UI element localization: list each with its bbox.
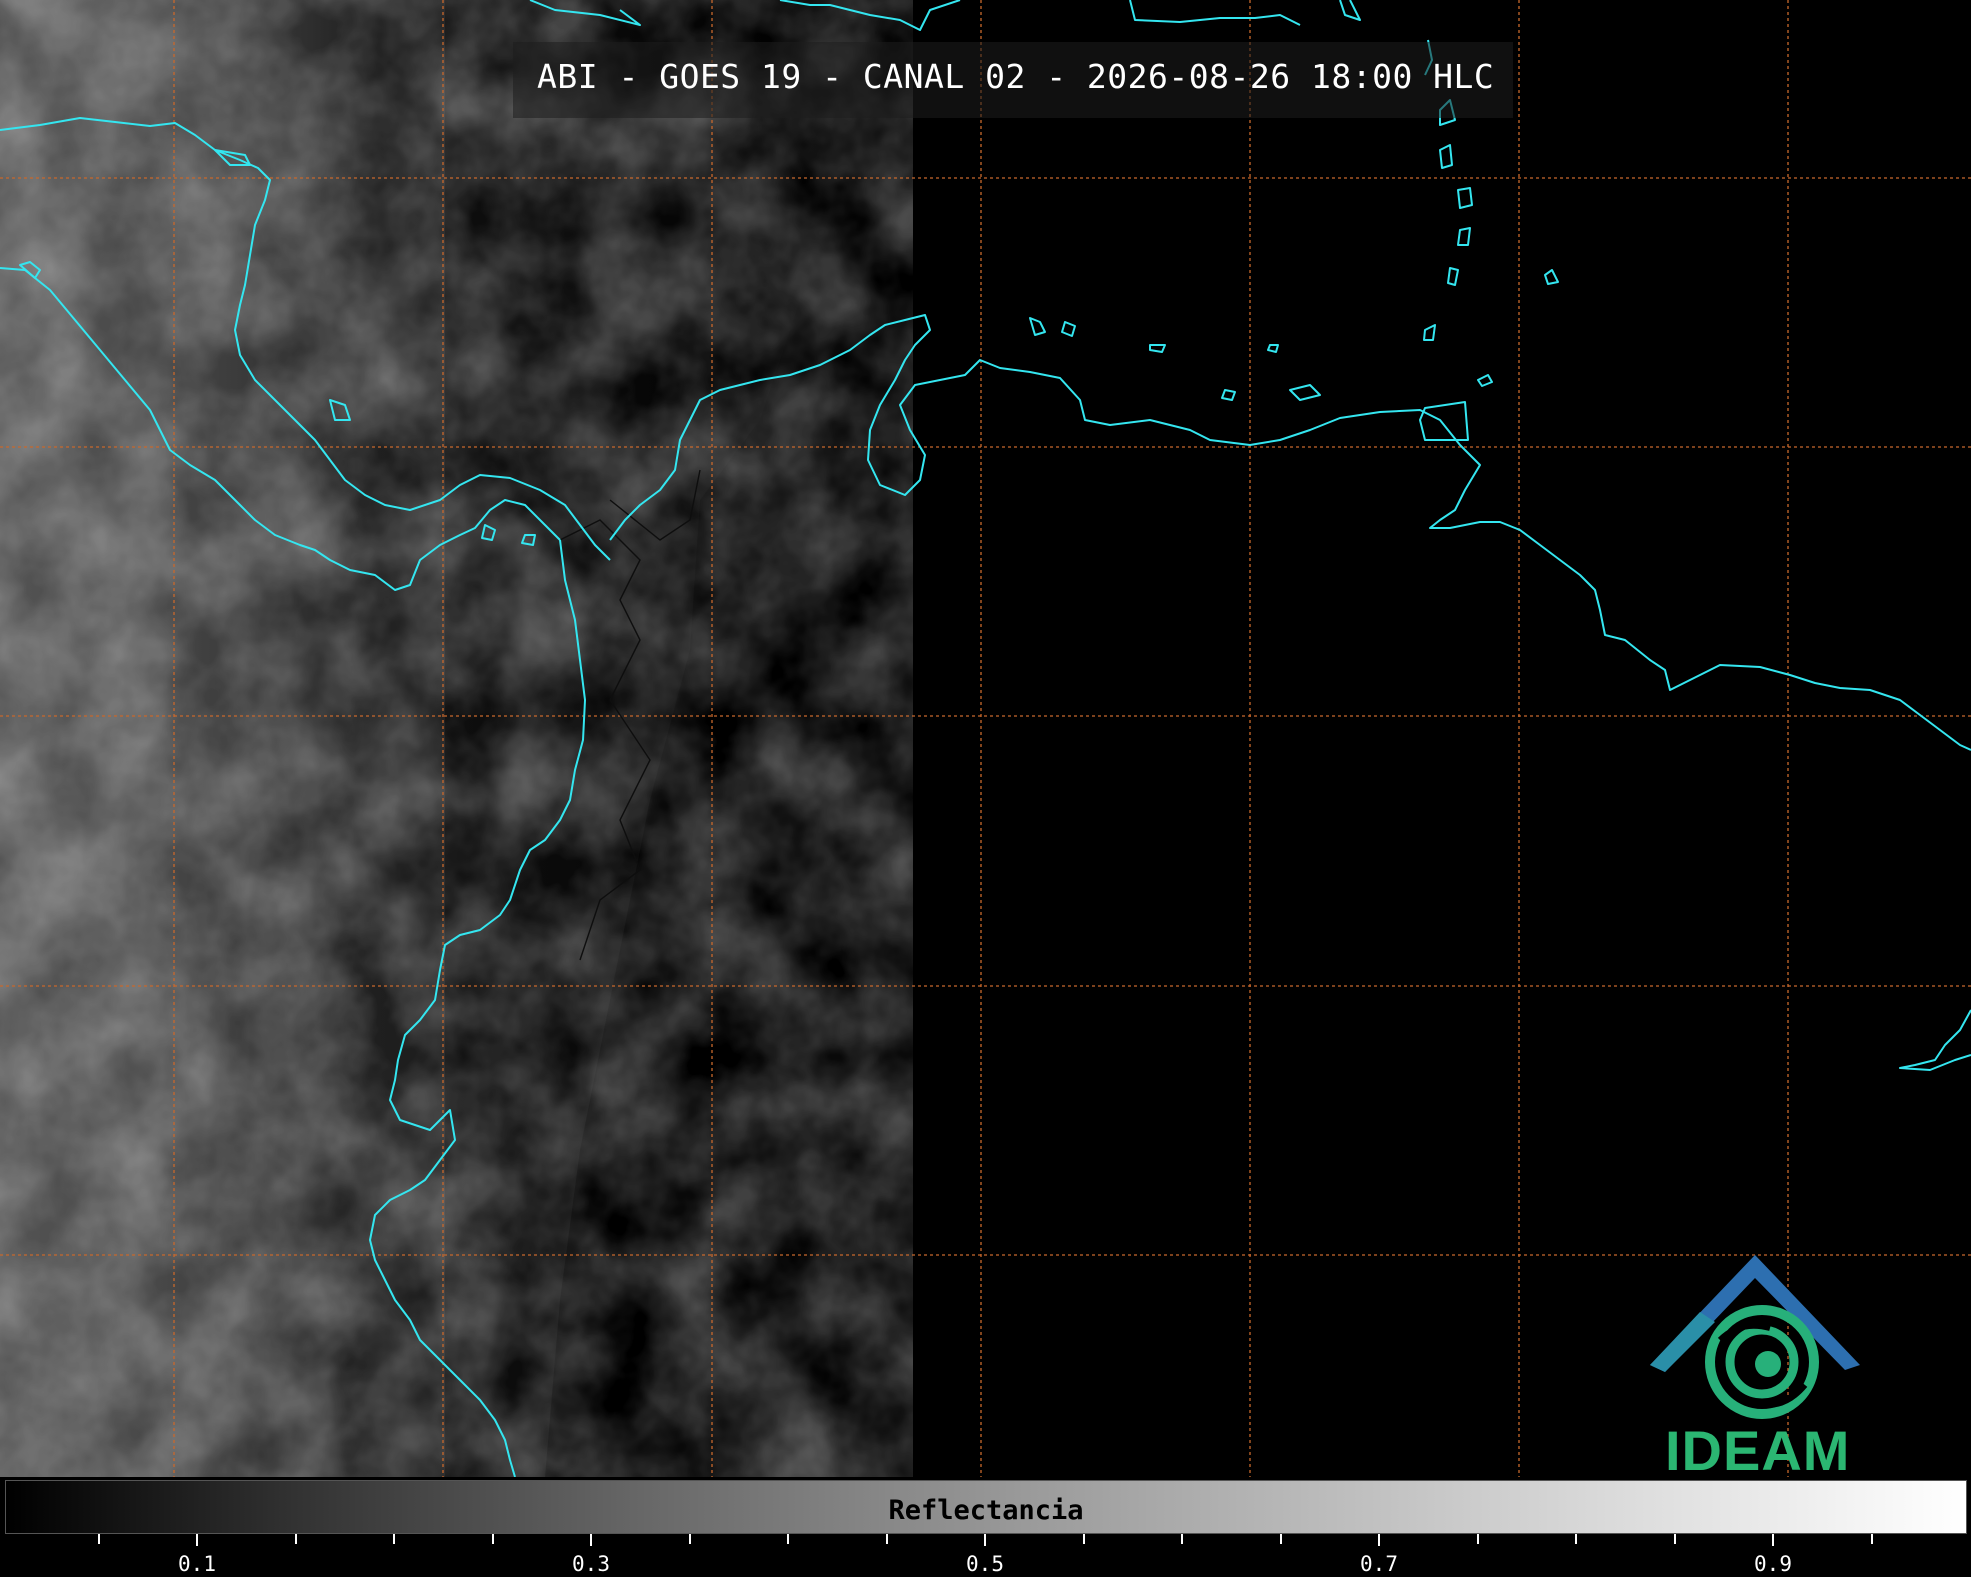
tick-label: 0.5 [966,1552,1004,1576]
satellite-map-viewer: ABI - GOES 19 - CANAL 02 - 2026-08-26 18… [0,0,1971,1577]
colorbar-label: Reflectancia [888,1495,1084,1526]
logo-wordmark: IDEAM [1665,1419,1851,1482]
tick-label: 0.9 [1754,1552,1792,1576]
tick-marks [98,1534,1873,1546]
map-title: ABI - GOES 19 - CANAL 02 - 2026-08-26 18… [537,57,1495,96]
tick-label: 0.3 [572,1552,610,1576]
tick-label: 0.1 [178,1552,216,1576]
colorbar-ticks: 0.1 0.3 0.5 0.7 0.9 [0,1534,1971,1577]
reflectance-colorbar: Reflectancia [5,1480,1967,1534]
tick-label: 0.7 [1360,1552,1398,1576]
